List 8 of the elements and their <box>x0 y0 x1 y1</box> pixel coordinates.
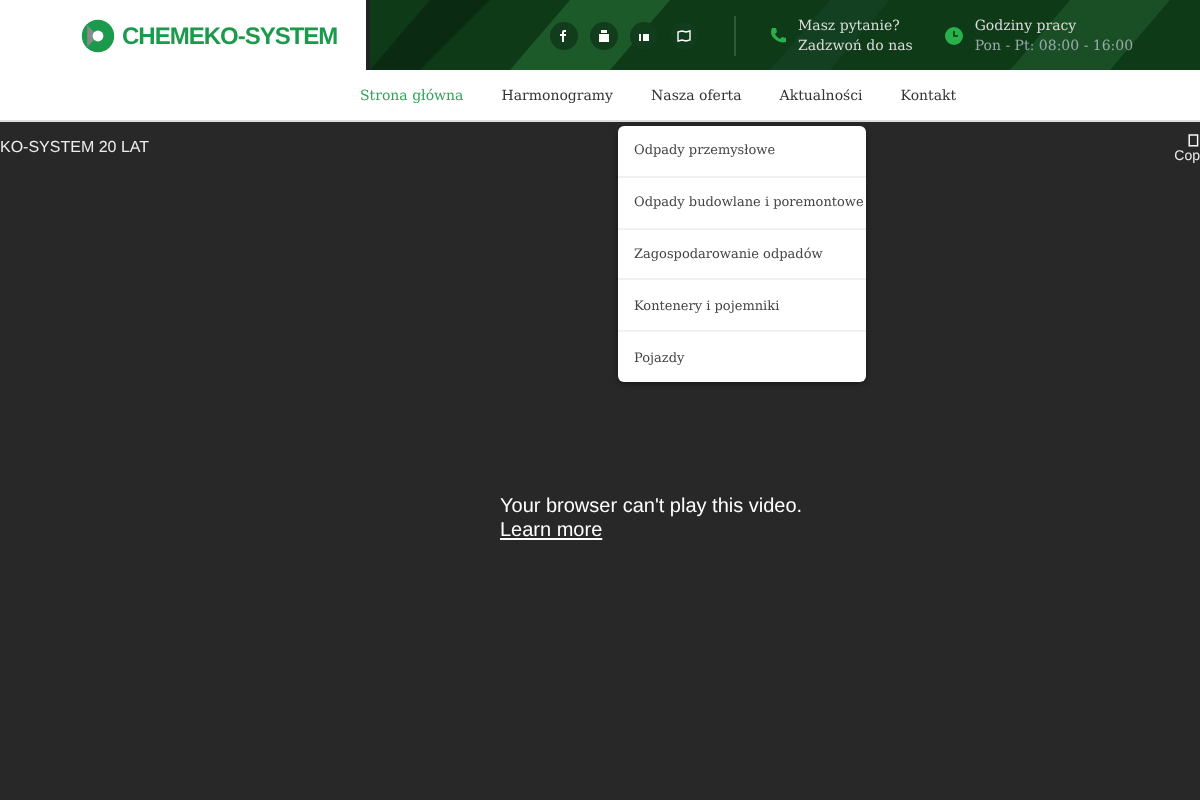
phone-icon <box>768 25 788 45</box>
logo-icon <box>80 17 116 53</box>
copy-icon[interactable] <box>1188 132 1200 150</box>
clock-icon <box>944 25 965 45</box>
learn-more-link[interactable]: Learn more <box>500 520 603 544</box>
logo-text[interactable]: CHEMEKO-SYSTEM <box>122 21 338 49</box>
video-error-message: Your browser can't play this video. <box>500 496 803 520</box>
video-title: KO-SYSTEM 20 LAT <box>0 138 150 156</box>
